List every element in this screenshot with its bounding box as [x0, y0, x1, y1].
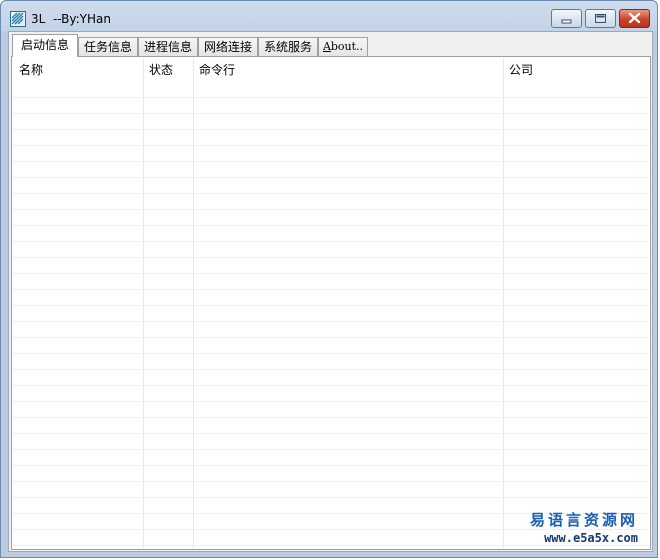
empty-list-row: [13, 402, 649, 418]
app-window: 3L --By:YHan 启动信息 任务信息 进程信息 网络连接 系统服务 Ab…: [0, 0, 658, 558]
empty-list-row: [13, 114, 649, 130]
empty-list-row: [13, 354, 649, 370]
tab-process-info[interactable]: 进程信息: [138, 37, 198, 56]
tab-panel: 名称 状态 命令行 公司: [11, 56, 651, 550]
tab-label-accelerator: A: [322, 40, 331, 53]
minimize-icon: [561, 19, 572, 24]
tab-network-connections[interactable]: 网络连接: [198, 37, 258, 56]
empty-list-row: [13, 322, 649, 338]
empty-list-row: [13, 226, 649, 242]
column-header-name[interactable]: 名称: [13, 58, 143, 82]
tab-label: 进程信息: [143, 40, 192, 54]
startup-list[interactable]: 名称 状态 命令行 公司: [13, 58, 649, 548]
tab-label: 启动信息: [20, 38, 69, 52]
column-header-status[interactable]: 状态: [143, 58, 193, 82]
empty-list-row: [13, 450, 649, 466]
empty-list-row: [13, 482, 649, 498]
column-header-company[interactable]: 公司: [503, 58, 649, 82]
list-header: 名称 状态 命令行 公司: [13, 58, 649, 82]
empty-list-row: [13, 338, 649, 354]
empty-list-row: [13, 98, 649, 114]
empty-list-row: [13, 466, 649, 482]
empty-list-row: [13, 194, 649, 210]
empty-list-row: [13, 274, 649, 290]
tab-system-services[interactable]: 系统服务: [258, 37, 318, 56]
tab-startup-info[interactable]: 启动信息: [12, 34, 78, 57]
title-bar[interactable]: 3L --By:YHan: [1, 1, 657, 31]
empty-list-row: [13, 146, 649, 162]
minimize-button[interactable]: [551, 9, 582, 28]
empty-list-row: [13, 386, 649, 402]
watermark-url: www.e5a5x.com: [544, 531, 638, 545]
watermark: 易语言资源网 www.e5a5x.com: [530, 509, 638, 545]
tab-label: 网络连接: [203, 40, 252, 54]
tab-label: 系统服务: [263, 40, 312, 54]
maximize-button[interactable]: [585, 9, 616, 28]
tab-label: bout..: [330, 40, 364, 53]
empty-list-row: [13, 290, 649, 306]
watermark-title: 易语言资源网: [529, 511, 638, 529]
window-title: 3L --By:YHan: [31, 12, 111, 26]
empty-list-row: [13, 258, 649, 274]
empty-list-row: [13, 242, 649, 258]
empty-list-row: [13, 418, 649, 434]
empty-list-row: [13, 162, 649, 178]
list-rows: [13, 82, 649, 548]
close-button[interactable]: [619, 9, 650, 28]
empty-list-row: [13, 210, 649, 226]
empty-list-row: [13, 82, 649, 98]
empty-list-row: [13, 130, 649, 146]
column-header-command-line[interactable]: 命令行: [193, 58, 503, 82]
empty-list-row: [13, 434, 649, 450]
empty-list-row: [13, 178, 649, 194]
tab-label: 任务信息: [83, 40, 132, 54]
tab-about[interactable]: About..: [318, 37, 368, 56]
client-area: 启动信息 任务信息 进程信息 网络连接 系统服务 About.. 名称 状态 命…: [8, 31, 653, 552]
tab-task-info[interactable]: 任务信息: [78, 37, 138, 56]
empty-list-row: [13, 306, 649, 322]
empty-list-row: [13, 370, 649, 386]
app-logo-icon: [10, 11, 26, 27]
maximize-icon: [595, 14, 606, 23]
tab-strip: 启动信息 任务信息 进程信息 网络连接 系统服务 About..: [12, 34, 412, 57]
close-icon: [628, 12, 641, 24]
